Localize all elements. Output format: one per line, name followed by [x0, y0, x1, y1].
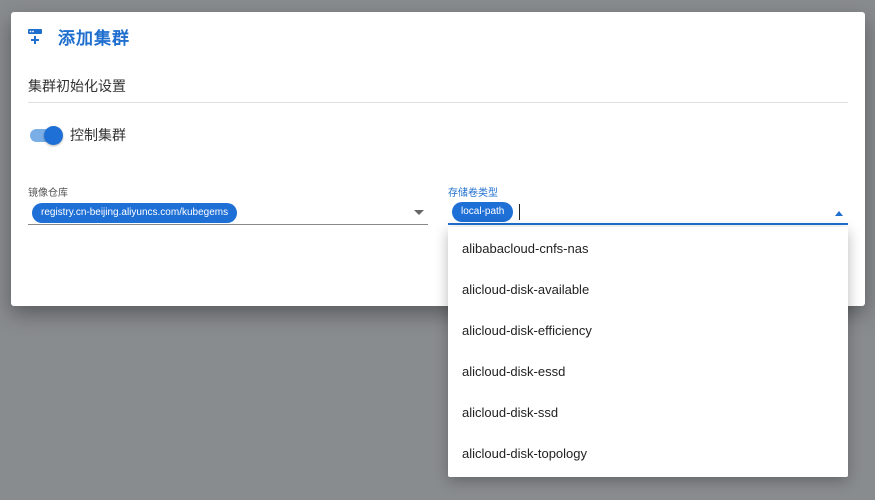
- storage-class-chip[interactable]: local-path: [452, 202, 514, 222]
- dropdown-option[interactable]: alicloud-disk-efficiency: [448, 310, 848, 351]
- storage-class-dropdown-menu: alibabacloud-cnfs-nas alicloud-disk-avai…: [448, 227, 848, 477]
- dialog-header: 添加集群: [26, 24, 130, 48]
- storage-class-field: 存储卷类型 local-path: [448, 187, 848, 225]
- dropdown-option[interactable]: alicloud-disk-available: [448, 269, 848, 310]
- add-server-icon: [26, 27, 44, 45]
- section-title: 集群初始化设置: [28, 76, 848, 103]
- toggle-label: 控制集群: [70, 127, 126, 143]
- storage-class-field-label: 存储卷类型: [448, 188, 498, 199]
- dropdown-option[interactable]: alicloud-disk-ssd: [448, 392, 848, 433]
- dropdown-option[interactable]: alicloud-disk-topology: [448, 433, 848, 474]
- registry-field-label: 镜像仓库: [28, 188, 68, 199]
- dialog-title: 添加集群: [58, 28, 130, 48]
- registry-chip[interactable]: registry.cn-beijing.aliyuncs.com/kubegem…: [32, 202, 238, 223]
- text-caret: [519, 204, 521, 220]
- control-cluster-toggle[interactable]: [28, 125, 64, 145]
- storage-class-select[interactable]: local-path: [448, 201, 848, 225]
- chevron-up-icon[interactable]: [835, 211, 843, 216]
- control-cluster-toggle-row: 控制集群: [28, 125, 126, 145]
- chevron-down-icon[interactable]: [414, 210, 424, 215]
- registry-field: 镜像仓库 registry.cn-beijing.aliyuncs.com/ku…: [28, 187, 428, 225]
- toggle-thumb: [44, 126, 63, 145]
- dropdown-option[interactable]: alibabacloud-cnfs-nas: [448, 228, 848, 269]
- registry-select[interactable]: registry.cn-beijing.aliyuncs.com/kubegem…: [28, 201, 428, 225]
- dropdown-option[interactable]: alicloud-disk-essd: [448, 351, 848, 392]
